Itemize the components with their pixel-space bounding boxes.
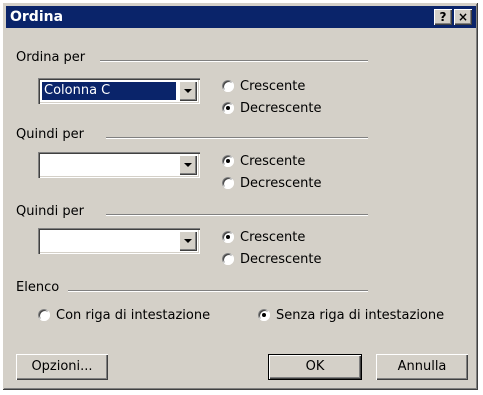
radio-label: Crescente	[240, 230, 306, 245]
radio-icon	[222, 155, 234, 167]
radio-label: Senza riga di intestazione	[276, 308, 445, 323]
radio-icon	[258, 309, 270, 321]
radio-label: Crescente	[240, 154, 306, 169]
sort-by-combo[interactable]: Colonna C	[38, 78, 200, 104]
radio-icon	[222, 253, 234, 265]
radio-icon	[222, 80, 234, 92]
dialog-title: Ordina	[10, 9, 64, 25]
radio-label: Decrescente	[240, 252, 322, 267]
radio-label: Crescente	[240, 79, 306, 94]
close-icon[interactable]: ×	[454, 9, 472, 25]
cancel-button[interactable]: Annulla	[376, 354, 468, 380]
combo-value: Colonna C	[42, 82, 176, 100]
chevron-down-icon[interactable]	[179, 231, 197, 251]
radio-label: Decrescente	[240, 176, 322, 191]
chevron-down-icon[interactable]	[179, 155, 197, 175]
options-button[interactable]: Opzioni...	[16, 354, 108, 380]
radio-icon	[222, 177, 234, 189]
help-icon[interactable]: ?	[434, 9, 452, 25]
sort-dialog: Ordina ? × Ordina per Colonna C Crescent…	[2, 2, 478, 390]
then-by-combo-2[interactable]	[38, 228, 200, 254]
radio-icon	[38, 309, 50, 321]
title-bar: Ordina ? ×	[6, 6, 476, 28]
section-label-list: Elenco	[16, 280, 60, 295]
radio-label: Con riga di intestazione	[56, 308, 211, 323]
section-label-sort-by: Ordina per	[16, 50, 86, 65]
radio-icon	[222, 102, 234, 114]
then-by-combo-1[interactable]	[38, 152, 200, 178]
section-divider	[106, 214, 368, 216]
section-label-then-by: Quindi per	[16, 127, 84, 142]
radio-label: Decrescente	[240, 101, 322, 116]
chevron-down-icon[interactable]	[179, 81, 197, 101]
section-divider	[100, 60, 368, 62]
radio-icon	[222, 231, 234, 243]
section-divider	[68, 290, 368, 292]
section-label-then-by: Quindi per	[16, 204, 84, 219]
ok-button[interactable]: OK	[268, 354, 362, 380]
section-divider	[106, 137, 368, 139]
